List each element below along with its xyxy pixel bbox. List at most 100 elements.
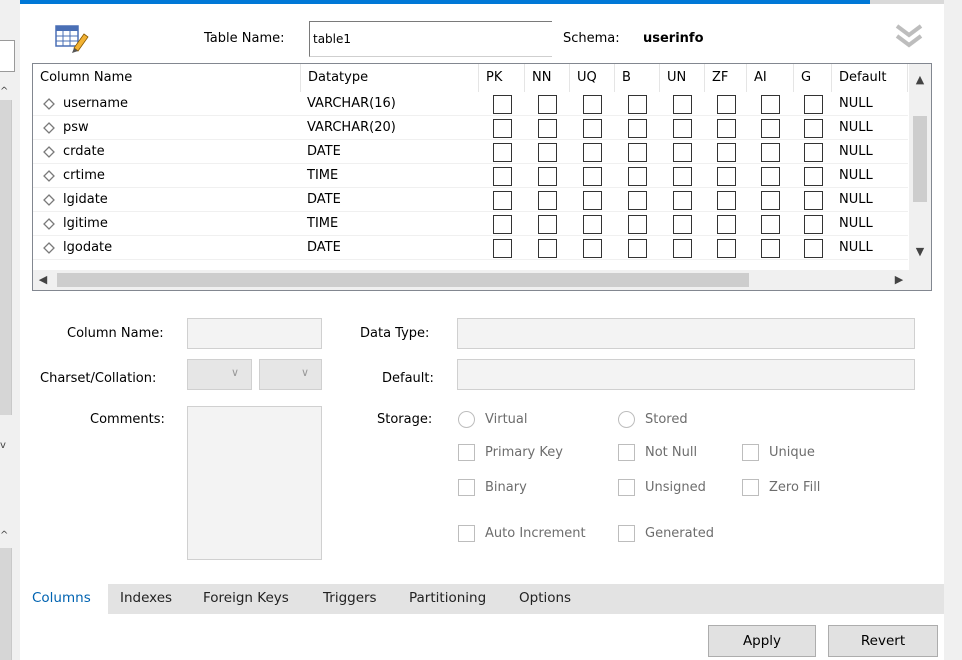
datatype-cell[interactable]: DATE	[301, 140, 479, 164]
datatype-cell[interactable]: TIME	[301, 164, 479, 188]
g-checkbox[interactable]	[803, 94, 823, 114]
zf-checkbox[interactable]	[716, 166, 736, 186]
zf-checkbox[interactable]	[716, 190, 736, 210]
un-checkbox[interactable]	[673, 118, 692, 138]
default-cell[interactable]: NULL	[832, 140, 908, 164]
default-cell[interactable]: NULL	[832, 92, 908, 116]
zf-checkbox[interactable]	[716, 238, 736, 258]
datatype-cell[interactable]: VARCHAR(16)	[301, 92, 479, 116]
b-checkbox[interactable]	[628, 238, 647, 258]
scroll-down-icon[interactable]: ▼	[909, 242, 931, 262]
table-row[interactable]: lgodate DATE NULL	[33, 236, 908, 260]
tab-indexes[interactable]: Indexes	[120, 590, 172, 606]
g-checkbox[interactable]	[803, 142, 823, 162]
nn-checkbox[interactable]	[538, 118, 557, 138]
column-name-cell[interactable]: crdate	[33, 140, 301, 164]
apply-button[interactable]: Apply	[708, 625, 816, 657]
uq-checkbox[interactable]	[583, 166, 602, 186]
column-name-field[interactable]	[187, 318, 322, 349]
unsigned-checkbox[interactable]	[618, 479, 635, 496]
un-checkbox[interactable]	[673, 238, 692, 258]
header-uq[interactable]: UQ	[570, 64, 615, 92]
pk-checkbox[interactable]	[492, 118, 512, 138]
default-cell[interactable]: NULL	[832, 236, 908, 260]
comments-field[interactable]	[187, 406, 322, 560]
uq-checkbox[interactable]	[583, 238, 602, 258]
ai-checkbox[interactable]	[761, 118, 780, 138]
default-cell[interactable]: NULL	[832, 188, 908, 212]
pk-checkbox[interactable]	[492, 142, 512, 162]
un-checkbox[interactable]	[673, 166, 692, 186]
table-row[interactable]: username VARCHAR(16) NULL	[33, 92, 908, 116]
pk-checkbox[interactable]	[492, 94, 512, 114]
column-name-cell[interactable]: username	[33, 92, 301, 116]
column-name-cell[interactable]: lgitime	[33, 212, 301, 236]
horizontal-scroll-thumb[interactable]	[57, 273, 749, 287]
tab-options[interactable]: Options	[519, 590, 571, 606]
binary-checkbox[interactable]	[458, 479, 475, 496]
header-nn[interactable]: NN	[525, 64, 570, 92]
collation-combo[interactable]: ∨	[259, 359, 322, 390]
uq-checkbox[interactable]	[583, 214, 602, 234]
grid-vertical-scrollbar[interactable]: ▲ ▼	[909, 64, 931, 272]
g-checkbox[interactable]	[803, 166, 823, 186]
sidebar-scrollbar[interactable]	[0, 100, 12, 415]
virtual-radio[interactable]	[458, 411, 475, 428]
nn-checkbox[interactable]	[538, 166, 557, 186]
tab-columns[interactable]: Columns	[32, 590, 91, 606]
zf-checkbox[interactable]	[716, 142, 736, 162]
zero-fill-checkbox[interactable]	[742, 479, 759, 496]
nn-checkbox[interactable]	[538, 94, 557, 114]
header-zf[interactable]: ZF	[705, 64, 747, 92]
nn-checkbox[interactable]	[538, 142, 557, 162]
g-checkbox[interactable]	[803, 190, 823, 210]
scroll-left-icon[interactable]: ◀	[33, 270, 53, 290]
un-checkbox[interactable]	[673, 142, 692, 162]
nn-checkbox[interactable]	[538, 238, 557, 258]
header-column-name[interactable]: Column Name	[33, 64, 301, 92]
b-checkbox[interactable]	[628, 118, 647, 138]
ai-checkbox[interactable]	[761, 214, 780, 234]
scroll-right-icon[interactable]: ▶	[889, 270, 909, 290]
unique-checkbox[interactable]	[742, 444, 759, 461]
ai-checkbox[interactable]	[761, 142, 780, 162]
not-null-checkbox[interactable]	[618, 444, 635, 461]
column-name-cell[interactable]: psw	[33, 116, 301, 140]
table-row[interactable]: crtime TIME NULL	[33, 164, 908, 188]
zf-checkbox[interactable]	[716, 94, 736, 114]
un-checkbox[interactable]	[673, 214, 692, 234]
datatype-cell[interactable]: TIME	[301, 212, 479, 236]
default-cell[interactable]: NULL	[832, 116, 908, 140]
stored-radio[interactable]	[618, 411, 635, 428]
datatype-cell[interactable]: DATE	[301, 188, 479, 212]
pk-checkbox[interactable]	[492, 238, 512, 258]
g-checkbox[interactable]	[803, 238, 823, 258]
zf-checkbox[interactable]	[716, 214, 736, 234]
ai-checkbox[interactable]	[761, 166, 780, 186]
pk-checkbox[interactable]	[492, 166, 512, 186]
ai-checkbox[interactable]	[761, 238, 780, 258]
scroll-up-icon[interactable]: ▲	[909, 70, 931, 90]
g-checkbox[interactable]	[803, 214, 823, 234]
vertical-scroll-thumb[interactable]	[913, 116, 927, 202]
pk-checkbox[interactable]	[492, 214, 512, 234]
ai-checkbox[interactable]	[761, 190, 780, 210]
table-row[interactable]: crdate DATE NULL	[33, 140, 908, 164]
header-b[interactable]: B	[615, 64, 660, 92]
tab-partitioning[interactable]: Partitioning	[409, 590, 486, 606]
default-field[interactable]	[457, 359, 915, 390]
grid-horizontal-scrollbar[interactable]: ◀ ▶	[33, 270, 931, 290]
datatype-cell[interactable]: VARCHAR(20)	[301, 116, 479, 140]
column-name-cell[interactable]: lgodate	[33, 236, 301, 260]
un-checkbox[interactable]	[673, 94, 692, 114]
column-name-cell[interactable]: lgidate	[33, 188, 301, 212]
b-checkbox[interactable]	[628, 190, 647, 210]
sidebar-chevron-up-icon[interactable]: ^	[0, 86, 8, 97]
header-un[interactable]: UN	[660, 64, 705, 92]
b-checkbox[interactable]	[628, 94, 647, 114]
datatype-cell[interactable]: DATE	[301, 236, 479, 260]
tab-triggers[interactable]: Triggers	[323, 590, 377, 606]
uq-checkbox[interactable]	[583, 190, 602, 210]
auto-increment-checkbox[interactable]	[458, 525, 475, 542]
table-row[interactable]: psw VARCHAR(20) NULL	[33, 116, 908, 140]
